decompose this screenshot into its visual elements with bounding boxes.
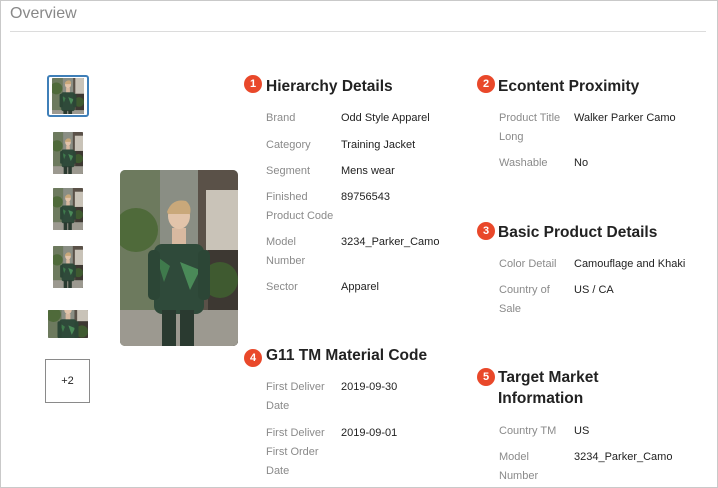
field-value: No xyxy=(574,157,589,169)
field-value: 2019-09-30 xyxy=(341,381,398,393)
field-value: 89756543 xyxy=(341,191,390,203)
field-value: Apparel xyxy=(341,281,379,293)
field-label: First Deliver First Order Date xyxy=(266,427,325,477)
section-number-badge: 4 xyxy=(244,349,262,367)
section-number-badge: 2 xyxy=(477,75,495,93)
thumbnail-2[interactable] xyxy=(47,132,89,174)
field-label: First Deliver Date xyxy=(266,381,325,412)
product-thumbnail-image xyxy=(53,132,83,174)
field-value: Walker Parker Camo xyxy=(574,112,676,124)
field-label: Washable xyxy=(499,157,548,169)
field-value: 2019-09-01 xyxy=(341,427,398,439)
thumbnail-5[interactable] xyxy=(47,303,89,345)
section-number-badge: 1 xyxy=(244,75,262,93)
field-label: Product Title Long xyxy=(499,112,561,143)
field-label: Country TM xyxy=(499,425,557,437)
section-title-econtent: Econtent Proximity xyxy=(498,78,640,95)
section-title-basic: Basic Product Details xyxy=(498,224,658,241)
thumbnail-3[interactable] xyxy=(47,188,89,230)
product-thumbnail-image xyxy=(48,310,88,338)
field-label: Segment xyxy=(266,165,311,177)
field-value: 3234_Parker_Camo xyxy=(341,236,440,248)
field-value: Odd Style Apparel xyxy=(341,112,430,124)
field-label: Color Detail xyxy=(499,258,557,270)
field-value: Training Jacket xyxy=(341,139,416,151)
field-value: Mens wear xyxy=(341,165,395,177)
field-value: 3234_Parker_Camo xyxy=(574,451,673,463)
page-title: Overview xyxy=(10,5,77,22)
field-label: Sector xyxy=(266,281,298,293)
product-main-image xyxy=(120,170,238,346)
section-number-badge: 5 xyxy=(477,368,495,386)
product-thumbnail-image xyxy=(53,246,83,288)
section-title-target: Target Market Information xyxy=(498,369,599,407)
thumbnail-4[interactable] xyxy=(47,246,89,288)
field-value: Camouflage and Khaki xyxy=(574,258,686,270)
field-label: Category xyxy=(266,139,311,151)
overview-panel: Overview +2 1 Hierarchy Details Brand Od… xyxy=(0,0,718,488)
product-thumbnail-image xyxy=(53,188,83,230)
product-thumbnail-image xyxy=(52,78,84,114)
thumbnail-1[interactable] xyxy=(47,75,89,117)
header-divider xyxy=(10,31,706,32)
section-title-material: G11 TM Material Code xyxy=(266,347,428,364)
field-label: Finished Product Code xyxy=(266,191,334,222)
section-title-hierarchy: Hierarchy Details xyxy=(266,78,393,95)
field-label: Brand xyxy=(266,112,296,124)
more-images-button[interactable]: +2 xyxy=(45,359,90,403)
field-value: US xyxy=(574,425,590,437)
field-label: Country of Sale xyxy=(499,284,550,315)
field-value: US / CA xyxy=(574,284,614,296)
field-label: Model Number xyxy=(266,236,306,267)
section-number-badge: 3 xyxy=(477,222,495,240)
field-label: Model Number xyxy=(499,451,539,482)
